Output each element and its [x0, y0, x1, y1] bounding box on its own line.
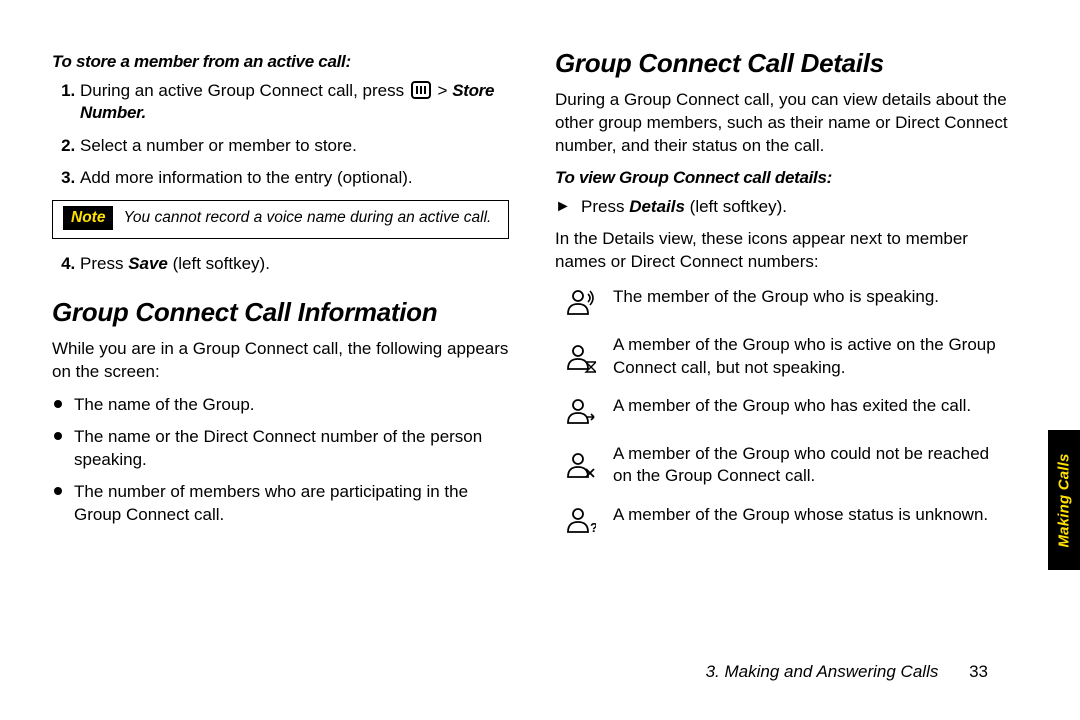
person-unreached-icon: [555, 443, 605, 488]
store-member-steps: During an active Group Connect call, pre…: [52, 80, 509, 190]
person-speaking-icon: [555, 286, 605, 318]
bullet-3: The number of members who are participat…: [52, 481, 509, 526]
step-4-text-a: Press: [80, 254, 128, 273]
note-label: Note: [63, 206, 113, 230]
step-4: Press Save (left softkey).: [80, 253, 509, 275]
call-info-bullets: The name of the Group. The name or the D…: [52, 394, 509, 526]
note-box: Note You cannot record a voice name durin…: [52, 200, 509, 239]
step-4-text-c: (left softkey).: [168, 254, 270, 273]
svg-text:?: ?: [590, 520, 596, 535]
bullet-1: The name of the Group.: [52, 394, 509, 416]
manual-page: To store a member from an active call: D…: [0, 0, 1080, 720]
row-3-desc: A member of the Group who has exited the…: [613, 395, 1012, 427]
person-exited-icon: [555, 395, 605, 427]
page-footer: 3. Making and Answering Calls 33: [706, 662, 988, 682]
store-member-steps-cont: Press Save (left softkey).: [52, 253, 509, 275]
store-member-subhead: To store a member from an active call:: [52, 52, 509, 72]
contacts-key-icon: [411, 81, 431, 99]
arrow-details: Details: [629, 197, 685, 216]
call-details-heading: Group Connect Call Details: [555, 48, 1012, 79]
step-1-text-a: During an active Group Connect call, pre…: [80, 81, 409, 100]
call-info-heading: Group Connect Call Information: [52, 297, 509, 328]
step-4-save: Save: [128, 254, 168, 273]
bullet-2: The name or the Direct Connect number of…: [52, 426, 509, 471]
view-details-subhead: To view Group Connect call details:: [555, 168, 1012, 188]
footer-page-number: 33: [969, 662, 988, 681]
arrow-text-a: Press: [581, 197, 629, 216]
two-column-layout: To store a member from an active call: D…: [52, 44, 1012, 536]
section-tab: Making Calls: [1048, 430, 1080, 570]
call-details-para1: During a Group Connect call, you can vie…: [555, 89, 1012, 158]
call-info-para: While you are in a Group Connect call, t…: [52, 338, 509, 384]
arrow-step: Press Details (left softkey).: [555, 196, 1012, 218]
row-2-desc: A member of the Group who is active on t…: [613, 334, 1012, 379]
left-column: To store a member from an active call: D…: [52, 44, 509, 536]
row-4-desc: A member of the Group who could not be r…: [613, 443, 1012, 488]
step-1: During an active Group Connect call, pre…: [80, 80, 509, 125]
person-unknown-icon: ?: [555, 504, 605, 536]
person-active-icon: [555, 334, 605, 379]
call-details-para2: In the Details view, these icons appear …: [555, 228, 1012, 274]
note-text: You cannot record a voice name during an…: [123, 209, 491, 226]
row-5-desc: A member of the Group whose status is un…: [613, 504, 1012, 536]
step-1-text-b: >: [433, 81, 452, 100]
footer-chapter: 3. Making and Answering Calls: [706, 662, 939, 681]
icon-meaning-table: The member of the Group who is speaking.…: [555, 286, 1012, 536]
section-tab-label: Making Calls: [1056, 453, 1073, 547]
arrow-text-c: (left softkey).: [685, 197, 787, 216]
step-2: Select a number or member to store.: [80, 135, 509, 157]
step-3: Add more information to the entry (optio…: [80, 167, 509, 189]
row-1-desc: The member of the Group who is speaking.: [613, 286, 1012, 318]
right-column: Group Connect Call Details During a Grou…: [555, 44, 1012, 536]
view-details-step: Press Details (left softkey).: [555, 196, 1012, 218]
